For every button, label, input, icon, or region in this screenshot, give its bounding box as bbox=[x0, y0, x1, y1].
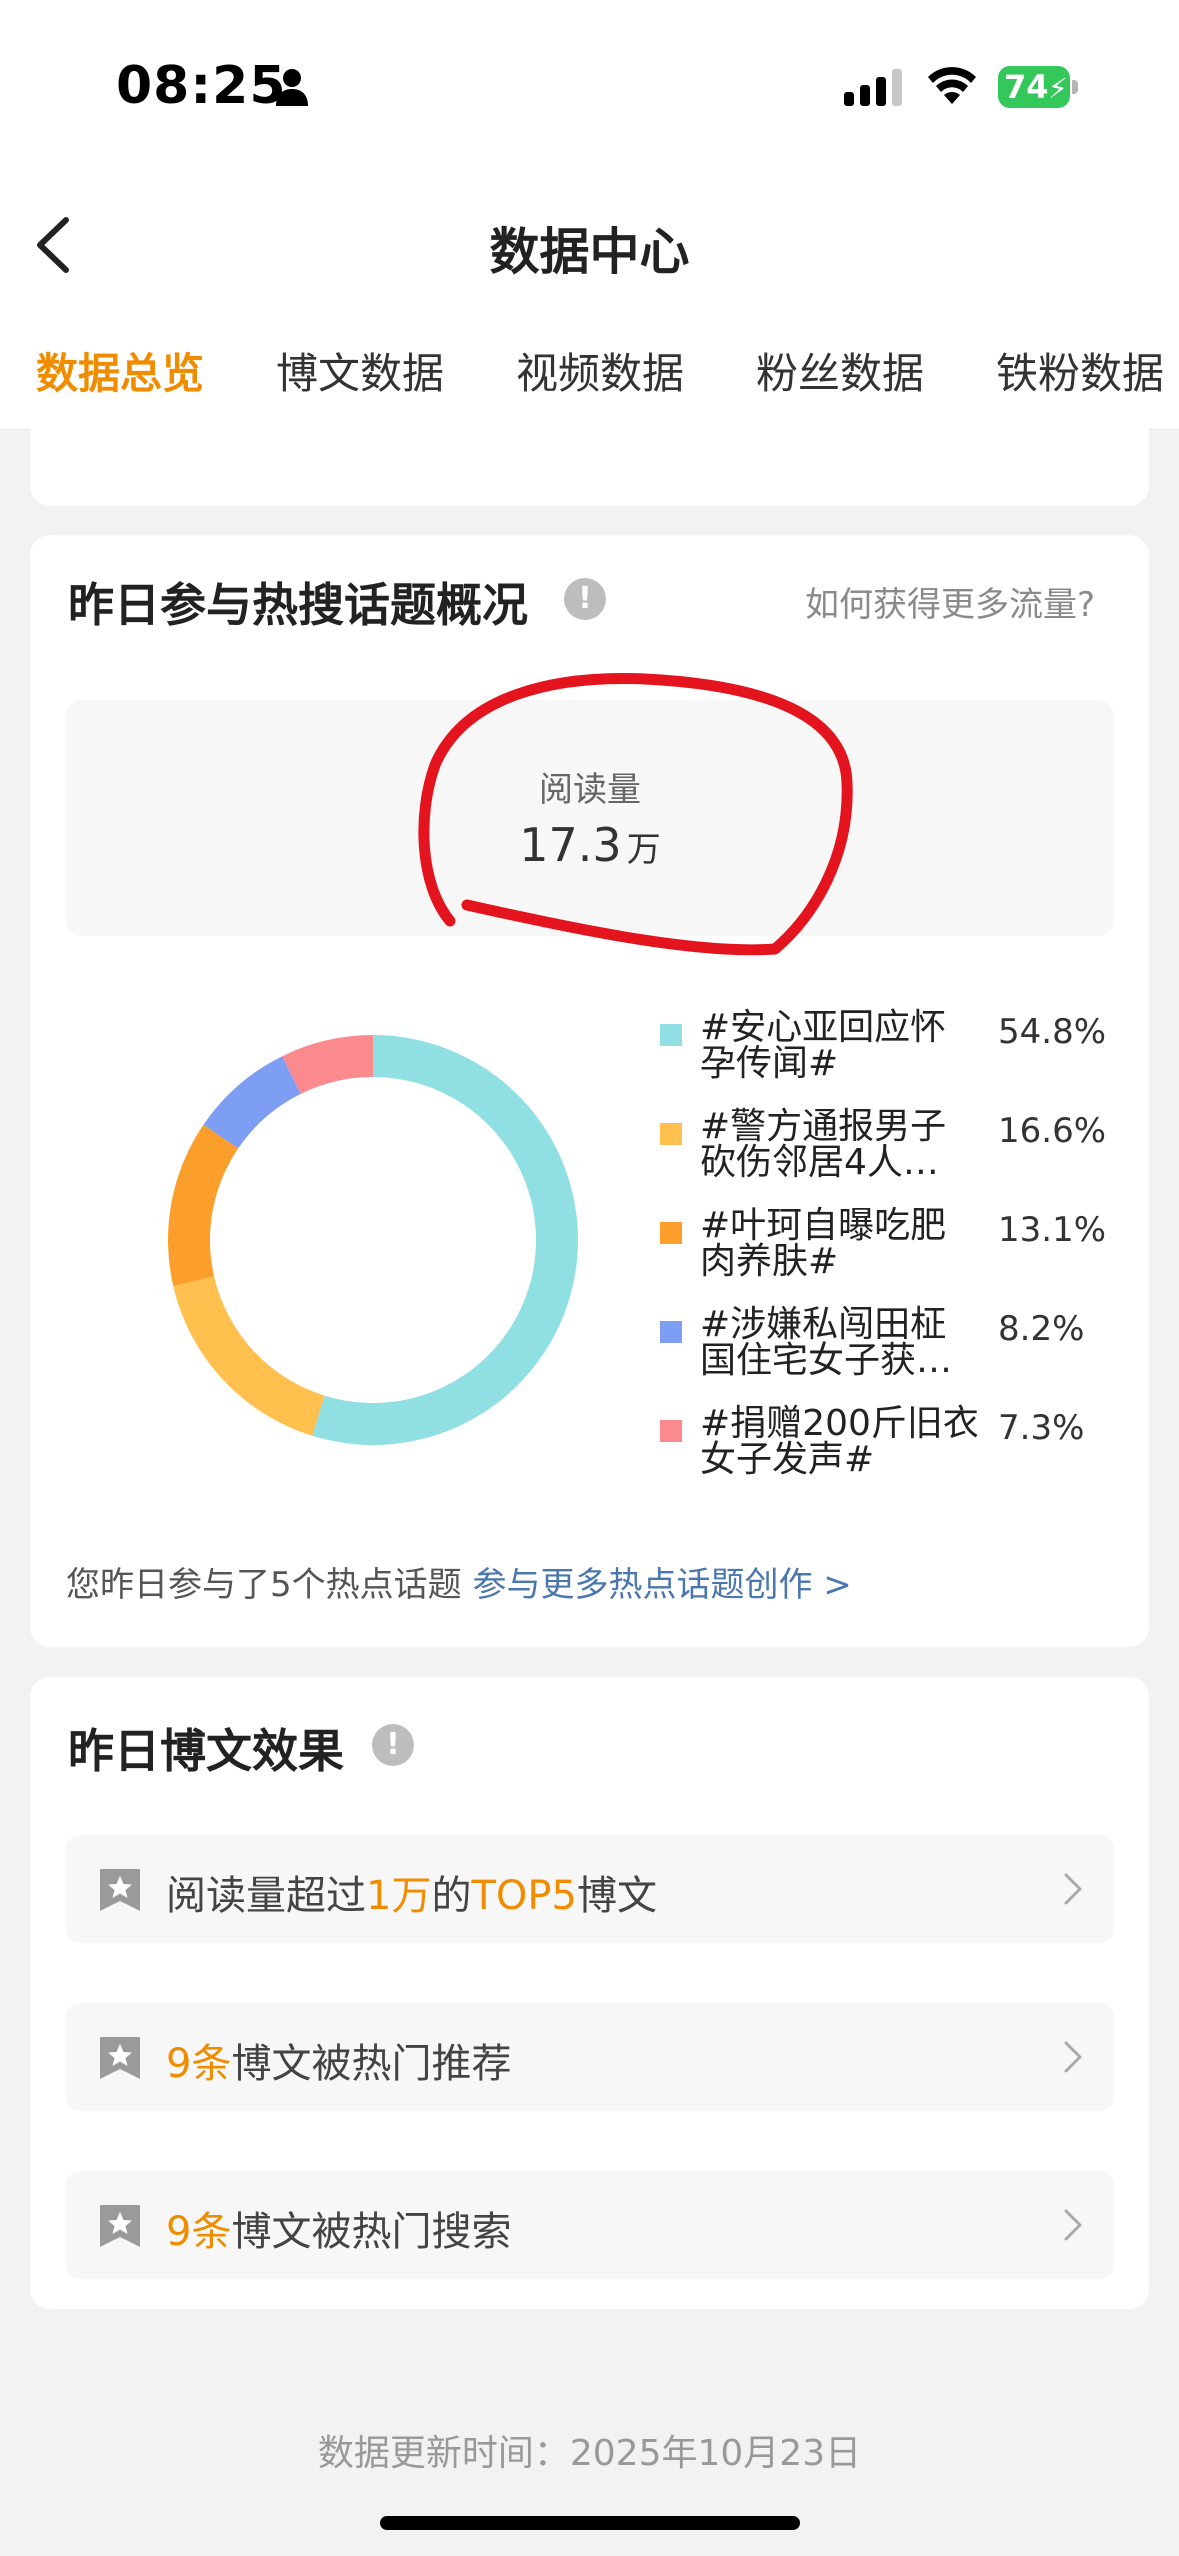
legend-label: #叶珂自曝吃肥 肉养肤# bbox=[700, 1205, 947, 1282]
status-bar: 08:25 74 ⚡ bbox=[0, 0, 1179, 170]
tab-video-data[interactable]: 视频数据 bbox=[516, 340, 684, 401]
previous-card bbox=[30, 400, 1149, 506]
battery-level: 74 bbox=[1004, 68, 1049, 106]
hot-recommended-text: 9条博文被热门推荐 bbox=[166, 2041, 512, 2087]
legend-label: #涉嫌私闯田柾 国住宅女子获… bbox=[700, 1304, 953, 1381]
legend-swatch bbox=[660, 1024, 682, 1046]
post-effect-card: 昨日博文效果 ! 阅读量超过1万的TOP5博文 9条博文被热门推荐 9条博文被热… bbox=[30, 1677, 1149, 2309]
status-time: 08:25 bbox=[116, 56, 287, 116]
battery-icon: 74 ⚡ bbox=[998, 66, 1078, 108]
red-annotation-circle bbox=[418, 673, 853, 956]
top5-posts-row[interactable]: 阅读量超过1万的TOP5博文 bbox=[66, 1835, 1114, 1943]
legend-label: #捐赠200斤旧衣 女子发声# bbox=[700, 1403, 979, 1480]
wifi-icon bbox=[928, 67, 976, 104]
donut-slice bbox=[173, 1276, 325, 1436]
legend-item: #安心亚回应怀 孕传闻# 54.8% bbox=[660, 1010, 1130, 1109]
home-indicator[interactable] bbox=[380, 2516, 800, 2530]
hot-search-text: 9条博文被热门搜索 bbox=[166, 2209, 512, 2255]
legend-percentage: 13.1% bbox=[998, 1210, 1107, 1250]
info-icon[interactable]: ! bbox=[564, 578, 606, 620]
star-bookmark-icon bbox=[100, 2205, 140, 2247]
donut-slice bbox=[312, 1035, 579, 1445]
info-icon[interactable]: ! bbox=[372, 1724, 414, 1766]
hot-topics-card: 昨日参与热搜话题概况 ! 如何获得更多流量? 阅读量 17.3 万 #安心亚回应… bbox=[30, 535, 1149, 1647]
chevron-right-icon bbox=[1064, 1873, 1082, 1905]
legend-swatch bbox=[660, 1420, 682, 1442]
legend-item: #捐赠200斤旧衣 女子发声# 7.3% bbox=[660, 1406, 1130, 1505]
data-update-time: 数据更新时间：2025年10月23日 bbox=[317, 2433, 862, 2474]
donut-slice bbox=[203, 1056, 301, 1149]
tab-post-data[interactable]: 博文数据 bbox=[276, 340, 444, 401]
legend-swatch bbox=[660, 1321, 682, 1343]
legend-item: #涉嫌私闯田柾 国住宅女子获… 8.2% bbox=[660, 1307, 1130, 1406]
participation-note: 您昨日参与了5个热点话题 参与更多热点话题创作 > bbox=[66, 1557, 852, 1606]
legend-item: #叶珂自曝吃肥 肉养肤# 13.1% bbox=[660, 1208, 1130, 1307]
chart-legend: #安心亚回应怀 孕传闻# 54.8% #警方通报男子 砍伤邻居4人… 16.6% #… bbox=[660, 1010, 1130, 1505]
star-bookmark-icon bbox=[100, 1869, 140, 1911]
legend-swatch bbox=[660, 1123, 682, 1145]
create-more-topics-link[interactable]: 参与更多热点话题创作 > bbox=[472, 1565, 851, 1605]
legend-percentage: 7.3% bbox=[998, 1408, 1085, 1448]
legend-swatch bbox=[660, 1222, 682, 1244]
legend-percentage: 54.8% bbox=[998, 1012, 1107, 1052]
tab-iron-fans-data[interactable]: 铁粉数据 bbox=[996, 340, 1164, 401]
chevron-right-icon bbox=[1064, 2041, 1082, 2073]
hot-search-row[interactable]: 9条博文被热门搜索 bbox=[66, 2171, 1114, 2279]
topic-donut-chart bbox=[168, 1035, 579, 1445]
star-bookmark-icon bbox=[100, 2037, 140, 2079]
tab-overview[interactable]: 数据总览 bbox=[36, 340, 204, 401]
page-title: 数据中心 bbox=[489, 223, 690, 281]
legend-label: #警方通报男子 砍伤邻居4人… bbox=[700, 1106, 947, 1183]
tab-fans-data[interactable]: 粉丝数据 bbox=[756, 340, 924, 401]
legend-item: #警方通报男子 砍伤邻居4人… 16.6% bbox=[660, 1109, 1130, 1208]
legend-percentage: 16.6% bbox=[998, 1111, 1107, 1151]
chevron-right-icon bbox=[1064, 2209, 1082, 2241]
more-traffic-link[interactable]: 如何获得更多流量? bbox=[805, 577, 1095, 626]
charging-bolt-icon: ⚡ bbox=[1048, 72, 1068, 105]
person-icon bbox=[276, 69, 308, 106]
top5-posts-text: 阅读量超过1万的TOP5博文 bbox=[166, 1873, 657, 1919]
hot-recommended-row[interactable]: 9条博文被热门推荐 bbox=[66, 2003, 1114, 2111]
cellular-signal-icon bbox=[844, 69, 902, 106]
hot-topics-title: 昨日参与热搜话题概况 bbox=[68, 578, 528, 632]
participation-text: 您昨日参与了5个热点话题 bbox=[66, 1565, 462, 1605]
donut-slice bbox=[168, 1124, 239, 1286]
legend-percentage: 8.2% bbox=[998, 1309, 1085, 1349]
legend-label: #安心亚回应怀 孕传闻# bbox=[700, 1007, 947, 1084]
post-effect-title: 昨日博文效果 bbox=[68, 1724, 344, 1778]
